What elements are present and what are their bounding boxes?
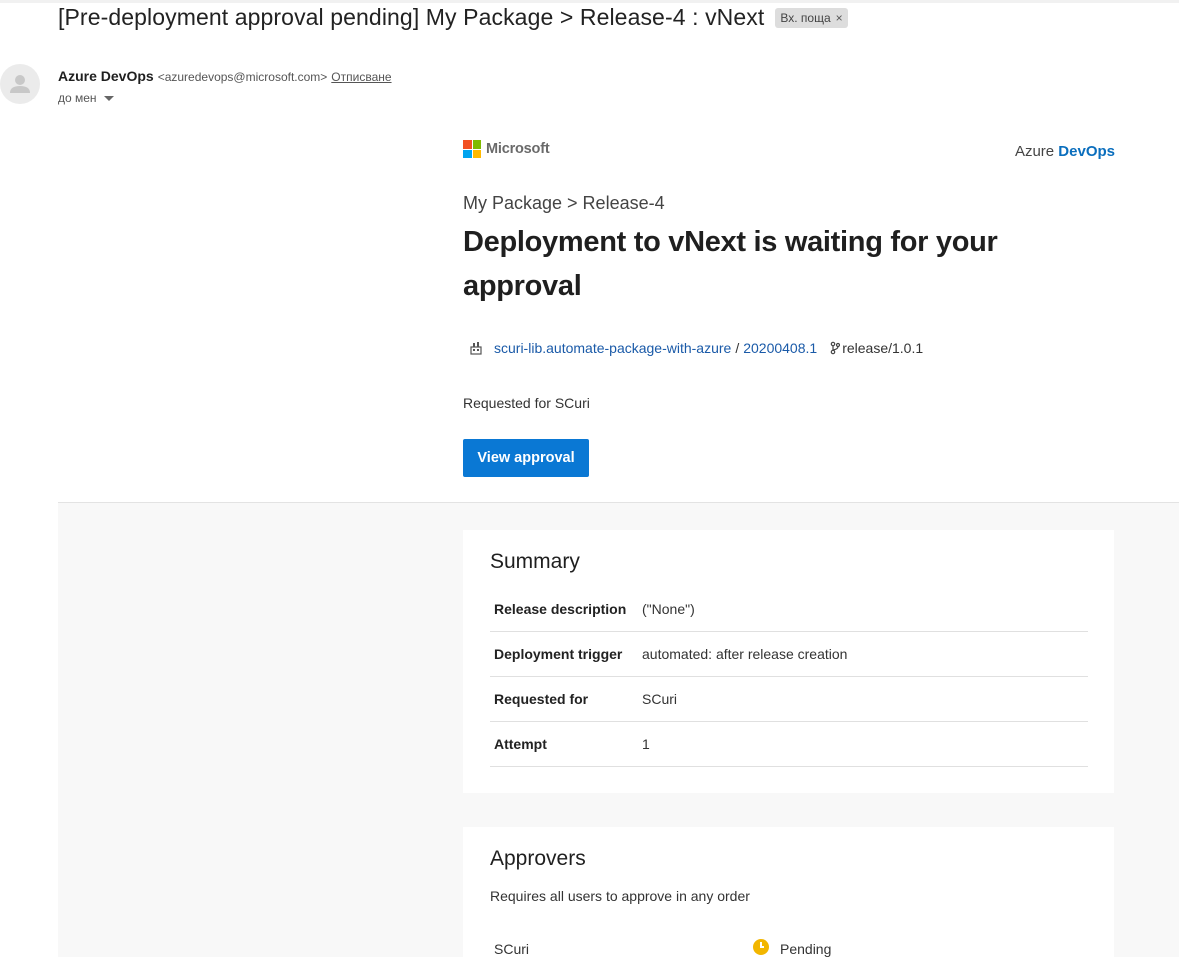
person-icon: [10, 75, 30, 93]
inbox-label-text: Вх. поща: [780, 10, 831, 25]
microsoft-squares-icon: [463, 140, 481, 158]
build-number-link[interactable]: 20200408.1: [743, 340, 817, 356]
table-row: Release description ("None"): [490, 587, 1088, 632]
branch-info: release/1.0.1: [830, 340, 923, 356]
approvers-subtitle: Requires all users to approve in any ord…: [490, 888, 750, 904]
summary-table: Release description ("None") Deployment …: [490, 587, 1088, 767]
subject-row: [Pre-deployment approval pending] My Pac…: [58, 4, 848, 31]
table-row: Requested for SCuri: [490, 677, 1088, 722]
microsoft-logo: Microsoft: [463, 140, 550, 158]
approval-status: Pending: [780, 941, 832, 957]
summary-key: Requested for: [494, 691, 589, 707]
summary-value: 1: [642, 736, 650, 752]
summary-value: ("None"): [642, 601, 695, 617]
summary-key: Deployment trigger: [494, 646, 623, 662]
table-row: Attempt 1: [490, 722, 1088, 767]
release-breadcrumb: My Package > Release-4: [463, 193, 665, 213]
top-divider: [0, 0, 1179, 3]
summary-value: SCuri: [642, 691, 678, 707]
summary-card: Summary Release description ("None") Dep…: [463, 530, 1114, 793]
logo-square-red: [463, 140, 472, 149]
summary-key: Attempt: [494, 736, 547, 752]
summary-title: Summary: [490, 550, 580, 573]
page-title: Deployment to vNext is waiting for your …: [463, 226, 998, 302]
artifact-link[interactable]: scuri-lib.automate-package-with-azure: [494, 340, 731, 356]
sender-avatar: [0, 64, 40, 104]
branch-icon: [830, 341, 841, 355]
inbox-label-chip[interactable]: Вх. поща ×: [775, 7, 848, 28]
requested-for-text: Requested for SCuri: [463, 395, 590, 411]
artifact-separator: /: [735, 340, 740, 356]
sender-row: Azure DevOps <azuredevops@microsoft.com>…: [58, 68, 392, 84]
sender-name: Azure DevOps: [58, 68, 154, 84]
approvers-title: Approvers: [490, 847, 586, 870]
approver-name: SCuri: [494, 941, 530, 957]
artifact-row: scuri-lib.automate-package-with-azure / …: [470, 340, 923, 356]
email-subject: [Pre-deployment approval pending] My Pac…: [58, 4, 765, 30]
recipient-text: до мен: [58, 91, 97, 105]
branch-name: release/1.0.1: [842, 340, 924, 356]
azure-devops-brand: Azure DevOps: [1015, 143, 1115, 160]
devops-wordmark: DevOps: [1058, 143, 1115, 160]
clock-icon: [753, 939, 769, 955]
summary-value: automated: after release creation: [642, 646, 848, 662]
logo-square-yellow: [472, 149, 481, 158]
summary-key: Release description: [494, 601, 627, 617]
unsubscribe-link[interactable]: Отписване: [331, 70, 391, 84]
sender-email: <azuredevops@microsoft.com>: [157, 70, 328, 84]
remove-label-icon[interactable]: ×: [836, 11, 843, 25]
build-artifact-icon: [470, 342, 482, 355]
table-row: Deployment trigger automated: after rele…: [490, 632, 1088, 677]
azure-prefix: Azure: [1014, 143, 1055, 160]
chevron-down-icon[interactable]: [103, 95, 114, 101]
microsoft-wordmark: Microsoft: [486, 141, 550, 157]
approvers-card: Approvers Requires all users to approve …: [463, 827, 1114, 957]
logo-square-green: [472, 140, 481, 149]
view-approval-button[interactable]: View approval: [463, 439, 589, 477]
logo-square-blue: [463, 149, 472, 158]
recipient-row: до мен: [58, 91, 114, 105]
